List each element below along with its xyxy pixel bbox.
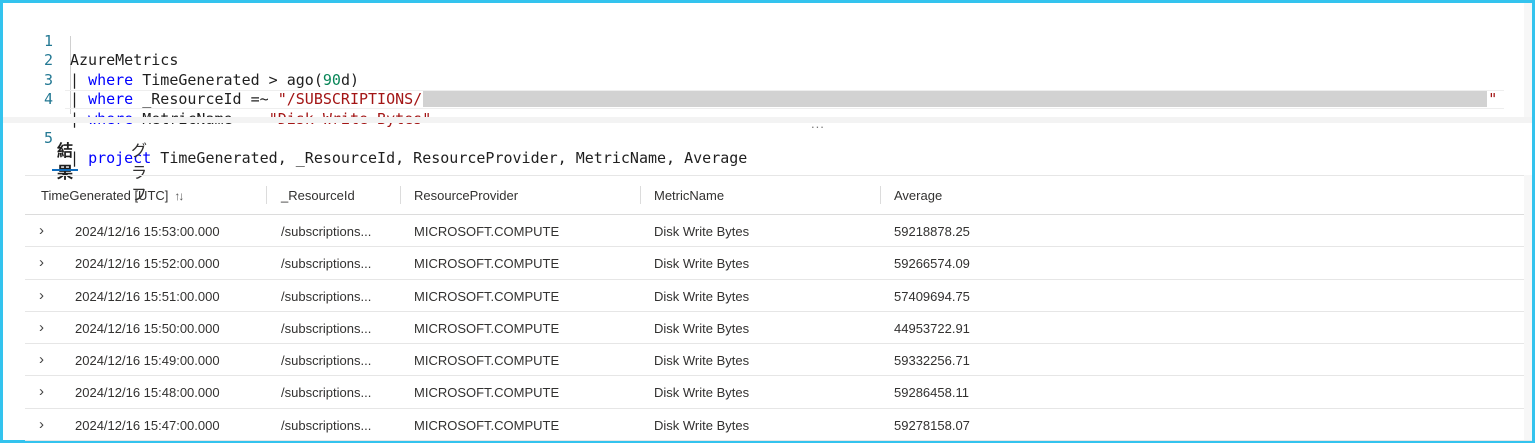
column-resize-handle[interactable] bbox=[400, 186, 401, 204]
table-row[interactable]: › 2024/12/16 15:47:00.000/subscriptions..… bbox=[25, 409, 1532, 442]
chevron-right-icon[interactable]: › bbox=[39, 280, 44, 311]
cell-average: 57409694.75 bbox=[894, 288, 970, 304]
column-header-label: TimeGenerated [UTC] bbox=[41, 188, 169, 203]
cell-timegenerated: 2024/12/16 15:52:00.000 bbox=[75, 256, 220, 272]
cell-metricname: Disk Write Bytes bbox=[654, 320, 750, 336]
column-header-resourceprovider[interactable]: ResourceProvider bbox=[414, 176, 518, 214]
cell-metricname: Disk Write Bytes bbox=[654, 385, 750, 401]
code-line-2[interactable]: 2 | where TimeGenerated > ago(90d) bbox=[3, 32, 1532, 89]
cell-resourceprovider: MICROSOFT.COMPUTE bbox=[414, 385, 560, 401]
column-header-label: MetricName bbox=[654, 188, 725, 203]
cell-timegenerated: 2024/12/16 15:47:00.000 bbox=[75, 417, 220, 433]
chevron-right-icon[interactable]: › bbox=[39, 247, 44, 278]
cell-metricname: Disk Write Bytes bbox=[654, 288, 750, 304]
cell-timegenerated: 2024/12/16 15:48:00.000 bbox=[75, 385, 220, 401]
table-row[interactable]: › 2024/12/16 15:52:00.000/subscriptions..… bbox=[25, 247, 1532, 280]
cell-resourceid: /subscriptions... bbox=[281, 256, 372, 272]
table-row[interactable]: › 2024/12/16 15:49:00.000/subscriptions..… bbox=[25, 344, 1532, 377]
pane-splitter[interactable] bbox=[3, 117, 1532, 123]
editor-scrollbar[interactable] bbox=[1524, 3, 1532, 117]
table-row[interactable]: › 2024/12/16 15:50:00.000/subscriptions..… bbox=[25, 312, 1532, 345]
code-text: TimeGenerated, _ResourceId, ResourceProv… bbox=[151, 148, 748, 167]
grid-header: TimeGenerated [UTC] ↑↓ _ResourceId Resour… bbox=[25, 175, 1532, 215]
cell-average: 59286458.11 bbox=[894, 385, 969, 401]
cell-resourceid: /subscriptions... bbox=[281, 224, 372, 239]
tab-chart[interactable]: グラフ bbox=[126, 141, 152, 204]
sort-icon[interactable]: ↑↓ bbox=[174, 189, 184, 203]
cell-resourceid: /subscriptions... bbox=[281, 288, 372, 304]
cell-average: 59266574.09 bbox=[894, 256, 970, 272]
chevron-right-icon[interactable]: › bbox=[39, 312, 44, 343]
code-line-5[interactable]: 5 | project TimeGenerated, _ResourceId, … bbox=[3, 90, 1532, 167]
column-header-label: ResourceProvider bbox=[414, 188, 519, 203]
code-line-4[interactable]: 4 | where MetricName =~ "Disk Write Byte… bbox=[3, 71, 1532, 128]
column-header-label: Average bbox=[894, 188, 943, 203]
cell-resourceprovider: MICROSOFT.COMPUTE bbox=[414, 288, 560, 304]
cell-metricname: Disk Write Bytes bbox=[654, 353, 750, 369]
cell-timegenerated: 2024/12/16 15:51:00.000 bbox=[75, 288, 220, 304]
cell-timegenerated: 2024/12/16 15:50:00.000 bbox=[75, 320, 220, 336]
chevron-right-icon[interactable]: › bbox=[39, 376, 44, 407]
column-header-label: _ResourceId bbox=[281, 188, 355, 203]
chevron-right-icon[interactable]: › bbox=[39, 344, 44, 375]
chevron-right-icon[interactable]: › bbox=[39, 215, 44, 246]
query-editor[interactable]: 1 AzureMetrics 2 | where TimeGenerated >… bbox=[3, 12, 1532, 167]
column-resize-handle[interactable] bbox=[640, 186, 641, 204]
cell-resourceprovider: MICROSOFT.COMPUTE bbox=[414, 224, 560, 239]
cell-resourceprovider: MICROSOFT.COMPUTE bbox=[414, 256, 560, 272]
cell-average: 59218878.25 bbox=[894, 224, 970, 239]
cell-metricname: Disk Write Bytes bbox=[654, 256, 750, 272]
code-line-3[interactable]: 3 | where _ResourceId =~ "/SUBSCRIPTIONS… bbox=[3, 51, 1532, 109]
cell-metricname: Disk Write Bytes bbox=[654, 224, 750, 239]
cell-resourceprovider: MICROSOFT.COMPUTE bbox=[414, 320, 560, 336]
cell-resourceid: /subscriptions... bbox=[281, 353, 372, 369]
cell-metricname: Disk Write Bytes bbox=[654, 417, 750, 433]
column-header-timegenerated[interactable]: TimeGenerated [UTC] ↑↓ bbox=[41, 176, 184, 214]
cell-resourceid: /subscriptions... bbox=[281, 320, 372, 336]
tab-results[interactable]: 結果 bbox=[52, 141, 79, 182]
cell-average: 59332256.71 bbox=[894, 353, 970, 369]
grid-scrollbar[interactable] bbox=[1524, 175, 1532, 440]
column-header-resourceid[interactable]: _ResourceId bbox=[281, 176, 355, 214]
table-row[interactable]: › 2024/12/16 15:53:00.000/subscriptions..… bbox=[25, 215, 1532, 248]
grid-body: › 2024/12/16 15:53:00.000/subscriptions..… bbox=[25, 215, 1532, 442]
column-resize-handle[interactable] bbox=[880, 186, 881, 204]
table-row[interactable]: › 2024/12/16 15:48:00.000/subscriptions..… bbox=[25, 376, 1532, 409]
code-line-1[interactable]: 1 AzureMetrics bbox=[3, 12, 1532, 70]
cell-timegenerated: 2024/12/16 15:53:00.000 bbox=[75, 224, 220, 239]
column-header-metricname[interactable]: MetricName bbox=[654, 176, 724, 214]
table-row[interactable]: › 2024/12/16 15:51:00.000/subscriptions..… bbox=[25, 280, 1532, 312]
cell-average: 59278158.07 bbox=[894, 417, 970, 433]
splitter-handle-icon[interactable]: ... bbox=[811, 116, 825, 131]
column-resize-handle[interactable] bbox=[266, 186, 267, 204]
column-header-average[interactable]: Average bbox=[894, 176, 942, 214]
line-number: 5 bbox=[43, 129, 53, 147]
cell-average: 44953722.91 bbox=[894, 320, 970, 336]
cell-resourceprovider: MICROSOFT.COMPUTE bbox=[414, 353, 560, 369]
cell-timegenerated: 2024/12/16 15:49:00.000 bbox=[75, 353, 220, 369]
results-grid: TimeGenerated [UTC] ↑↓ _ResourceId Resour… bbox=[25, 175, 1532, 442]
cell-resourceid: /subscriptions... bbox=[281, 385, 372, 401]
cell-resourceid: /subscriptions... bbox=[281, 417, 372, 433]
cell-resourceprovider: MICROSOFT.COMPUTE bbox=[414, 417, 560, 433]
chevron-right-icon[interactable]: › bbox=[39, 409, 44, 440]
current-line-highlight bbox=[65, 90, 1504, 109]
